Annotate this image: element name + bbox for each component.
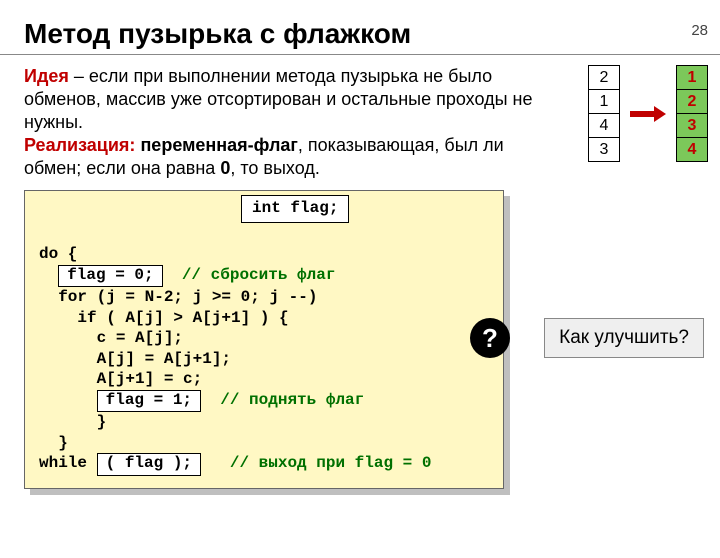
idea-lead: Идея <box>24 66 69 86</box>
array-right: 1 2 3 4 <box>676 65 708 162</box>
cell-sorted: 3 <box>676 113 708 138</box>
code-line: if ( A[j] > A[j+1] ) { <box>39 309 289 327</box>
code-line: while <box>39 454 97 472</box>
idea-text: – если при выполнении метода пузырька не… <box>24 66 532 132</box>
cell: 4 <box>588 113 620 138</box>
chip-flag-set: flag = 1; <box>97 390 201 413</box>
paragraph-impl: Реализация: переменная-флаг, показывающа… <box>24 134 554 180</box>
comment-reset: // сбросить флаг <box>182 266 336 284</box>
cell: 3 <box>588 137 620 162</box>
array-diagram: 2 1 4 3 1 2 3 4 <box>588 65 708 162</box>
array-left: 2 1 4 3 <box>588 65 620 162</box>
code-line: do { <box>39 245 77 263</box>
comment-exit: // выход при flag = 0 <box>230 454 432 472</box>
code-line: for (j = N-2; j >= 0; j --) <box>39 288 317 306</box>
impl-lead: Реализация: <box>24 135 135 155</box>
arrow-right-icon <box>630 106 666 122</box>
chip-flag-reset: flag = 0; <box>58 265 162 288</box>
chip-int-flag: int flag; <box>241 195 349 222</box>
code-box: int flag; do { flag = 0; // сбросить фла… <box>24 190 504 488</box>
page-title: Метод пузырька с флажком <box>24 18 720 50</box>
code-line: } <box>39 413 106 431</box>
question-icon: ? <box>470 318 510 358</box>
comment-raise: // поднять флаг <box>220 391 364 409</box>
chip-while-cond: ( flag ); <box>97 453 201 476</box>
impl-rest2: , то выход. <box>230 158 319 178</box>
cell-sorted: 2 <box>676 89 708 114</box>
impl-zero: 0 <box>220 158 230 178</box>
question-text: Как улучшить? <box>544 318 704 358</box>
cell: 1 <box>588 89 620 114</box>
code-line: } <box>39 434 68 452</box>
code-line: A[j] = A[j+1]; <box>39 350 231 368</box>
code-block: int flag; do { flag = 0; // сбросить фла… <box>24 190 504 488</box>
code-line: c = A[j]; <box>39 329 183 347</box>
page-number: 28 <box>691 22 708 39</box>
cell-sorted: 1 <box>676 65 708 90</box>
impl-em: переменная-флаг <box>135 135 297 155</box>
divider <box>0 54 720 55</box>
code-line: A[j+1] = c; <box>39 370 202 388</box>
cell-sorted: 4 <box>676 137 708 162</box>
paragraph-idea: Идея – если при выполнении метода пузырь… <box>24 65 554 134</box>
content-area: Идея – если при выполнении метода пузырь… <box>24 65 710 489</box>
cell: 2 <box>588 65 620 90</box>
